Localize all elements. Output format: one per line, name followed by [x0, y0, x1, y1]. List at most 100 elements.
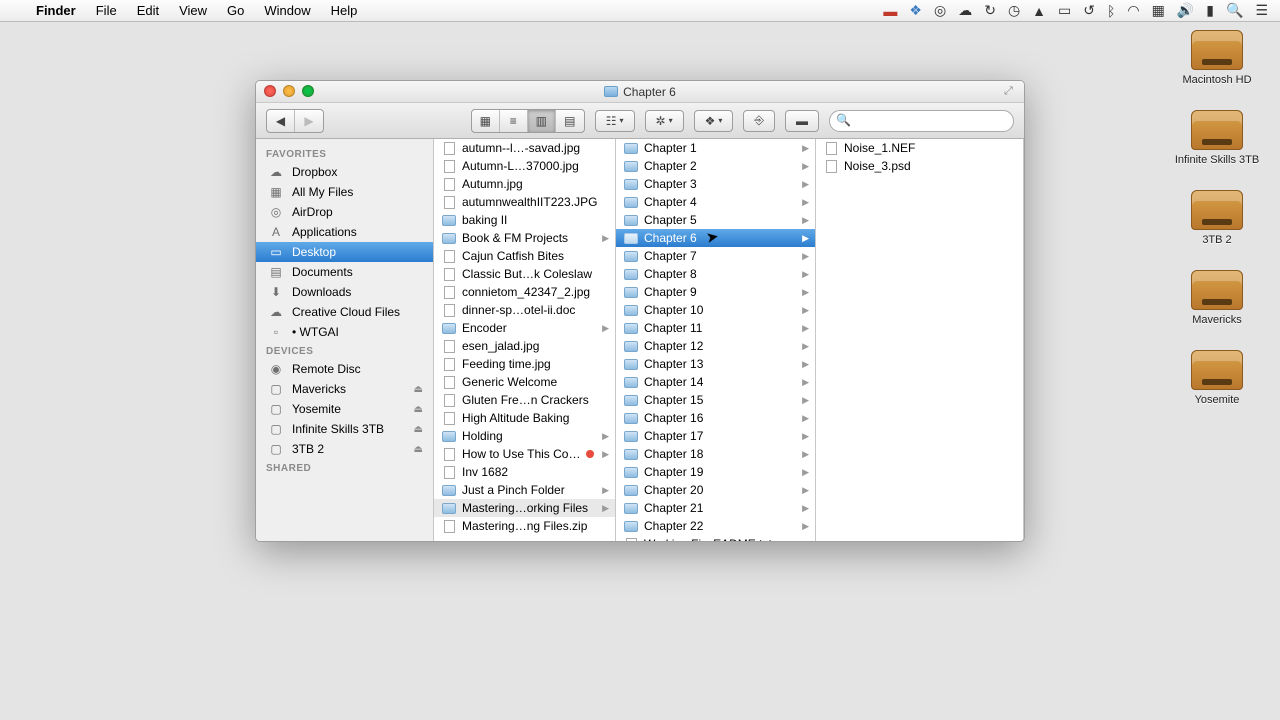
file-row[interactable]: dinner-sp…otel-ii.doc [434, 301, 615, 319]
column-view-button[interactable]: ▥ [528, 110, 556, 132]
minimize-button[interactable] [283, 85, 295, 97]
wifi-icon[interactable]: ◠ [1127, 2, 1139, 19]
sidebar-item[interactable]: ▢3TB 2⏏ [256, 439, 433, 459]
notifications-icon[interactable]: ☰ [1255, 2, 1268, 19]
file-row[interactable]: Chapter 22▶ [616, 517, 815, 535]
sidebar-item[interactable]: ▢Yosemite⏏ [256, 399, 433, 419]
desktop-drive[interactable]: Infinite Skills 3TB [1172, 110, 1262, 166]
menu-go[interactable]: Go [217, 3, 254, 18]
desktop-drive[interactable]: Macintosh HD [1172, 30, 1262, 86]
file-row[interactable]: Chapter 20▶ [616, 481, 815, 499]
menu-window[interactable]: Window [254, 3, 320, 18]
sync-icon[interactable]: ↻ [984, 2, 996, 19]
file-row[interactable]: Cajun Catfish Bites [434, 247, 615, 265]
menu-file[interactable]: File [86, 3, 127, 18]
file-row[interactable]: Chapter 19▶ [616, 463, 815, 481]
file-row[interactable]: Autumn-L…37000.jpg [434, 157, 615, 175]
file-row[interactable]: baking II [434, 211, 615, 229]
file-row[interactable]: Chapter 15▶ [616, 391, 815, 409]
cc-icon[interactable]: ◎ [934, 2, 946, 19]
eject-icon[interactable]: ⏏ [414, 424, 423, 435]
menu-view[interactable]: View [169, 3, 217, 18]
file-row[interactable]: Holding▶ [434, 427, 615, 445]
arrange-button[interactable]: ☷ ▾ [595, 110, 635, 132]
eject-icon[interactable]: ⏏ [414, 444, 423, 455]
share-button[interactable]: ⎆ [743, 110, 775, 132]
file-row[interactable]: Mastering…ng Files.zip [434, 517, 615, 535]
menu-edit[interactable]: Edit [127, 3, 169, 18]
sidebar-item[interactable]: ☁Creative Cloud Files [256, 302, 433, 322]
file-row[interactable]: Chapter 8▶ [616, 265, 815, 283]
sidebar-item[interactable]: ⬇Downloads [256, 282, 433, 302]
file-row[interactable]: Feeding time.jpg [434, 355, 615, 373]
fullscreen-button[interactable]: ⤢ [1004, 85, 1018, 99]
file-row[interactable]: Chapter 1▶ [616, 139, 815, 157]
file-row[interactable]: connietom_42347_2.jpg [434, 283, 615, 301]
file-row[interactable]: Encoder▶ [434, 319, 615, 337]
file-row[interactable]: autumn--l…-savad.jpg [434, 139, 615, 157]
file-row[interactable]: esen_jalad.jpg [434, 337, 615, 355]
titlebar[interactable]: Chapter 6 ⤢ [256, 81, 1024, 103]
volume-icon[interactable]: 🔊 [1177, 2, 1194, 19]
file-row[interactable]: Classic But…k Coleslaw [434, 265, 615, 283]
file-row[interactable]: Chapter 16▶ [616, 409, 815, 427]
column-3[interactable]: Noise_1.NEFNoise_3.psd [816, 139, 1024, 541]
file-row[interactable]: Chapter 14▶ [616, 373, 815, 391]
file-row[interactable]: Chapter 10▶ [616, 301, 815, 319]
file-row[interactable]: Chapter 17▶ [616, 427, 815, 445]
sidebar-item[interactable]: ☁Dropbox [256, 162, 433, 182]
file-row[interactable]: Working Fi…EADME.txt [616, 535, 815, 541]
notification-icon[interactable]: ▲ [1032, 3, 1046, 19]
file-row[interactable]: How to Use This Course▶ [434, 445, 615, 463]
sidebar-item[interactable]: ▦All My Files [256, 182, 433, 202]
coverflow-view-button[interactable]: ▤ [556, 110, 584, 132]
file-row[interactable]: Chapter 21▶ [616, 499, 815, 517]
action-button[interactable]: ✲ ▾ [645, 110, 684, 132]
search-input[interactable] [829, 110, 1014, 132]
file-row[interactable]: Chapter 6▶ [616, 229, 815, 247]
file-row[interactable]: Chapter 2▶ [616, 157, 815, 175]
file-row[interactable]: Book & FM Projects▶ [434, 229, 615, 247]
back-button[interactable]: ◀ [267, 110, 295, 132]
sidebar-item[interactable]: AApplications [256, 222, 433, 242]
desktop-drive[interactable]: Yosemite [1172, 350, 1262, 406]
zoom-button[interactable] [302, 85, 314, 97]
spotlight-icon[interactable]: 🔍 [1226, 2, 1243, 19]
cloud-icon[interactable]: ☁ [958, 2, 972, 19]
desktop-drive[interactable]: Mavericks [1172, 270, 1262, 326]
close-button[interactable] [264, 85, 276, 97]
sidebar-item[interactable]: ▭Desktop [256, 242, 433, 262]
file-row[interactable]: Just a Pinch Folder▶ [434, 481, 615, 499]
dropbox-button[interactable]: ❖ ▾ [694, 110, 734, 132]
display-icon[interactable]: ▭ [1058, 2, 1071, 19]
dropbox-icon[interactable]: ❖ [909, 2, 922, 19]
timemachine-icon[interactable]: ↺ [1083, 2, 1095, 19]
file-row[interactable]: autumnwealthIIT223.JPG [434, 193, 615, 211]
file-row[interactable]: Chapter 11▶ [616, 319, 815, 337]
file-row[interactable]: Noise_3.psd [816, 157, 1023, 175]
date-icon[interactable]: ▦ [1152, 2, 1165, 19]
file-row[interactable]: Chapter 4▶ [616, 193, 815, 211]
file-row[interactable]: Chapter 3▶ [616, 175, 815, 193]
status-icon[interactable]: ▬ [883, 3, 897, 19]
eject-icon[interactable]: ⏏ [414, 404, 423, 415]
menu-help[interactable]: Help [321, 3, 368, 18]
sidebar-item[interactable]: ◉Remote Disc [256, 359, 433, 379]
app-name[interactable]: Finder [26, 3, 86, 18]
desktop-drive[interactable]: 3TB 2 [1172, 190, 1262, 246]
file-row[interactable]: Chapter 12▶ [616, 337, 815, 355]
battery-icon[interactable]: ▮ [1206, 2, 1214, 19]
file-row[interactable]: Chapter 18▶ [616, 445, 815, 463]
icon-view-button[interactable]: ▦ [472, 110, 500, 132]
eject-icon[interactable]: ⏏ [414, 384, 423, 395]
file-row[interactable]: High Altitude Baking [434, 409, 615, 427]
forward-button[interactable]: ▶ [295, 110, 323, 132]
column-1[interactable]: autumn--l…-savad.jpgAutumn-L…37000.jpgAu… [434, 139, 616, 541]
file-row[interactable]: Inv 1682 [434, 463, 615, 481]
file-row[interactable]: Chapter 7▶ [616, 247, 815, 265]
sidebar-item[interactable]: ▤Documents [256, 262, 433, 282]
file-row[interactable]: Mastering…orking Files▶ [434, 499, 615, 517]
file-row[interactable]: Chapter 5▶ [616, 211, 815, 229]
clock-icon[interactable]: ◷ [1008, 2, 1020, 19]
file-row[interactable]: Autumn.jpg [434, 175, 615, 193]
